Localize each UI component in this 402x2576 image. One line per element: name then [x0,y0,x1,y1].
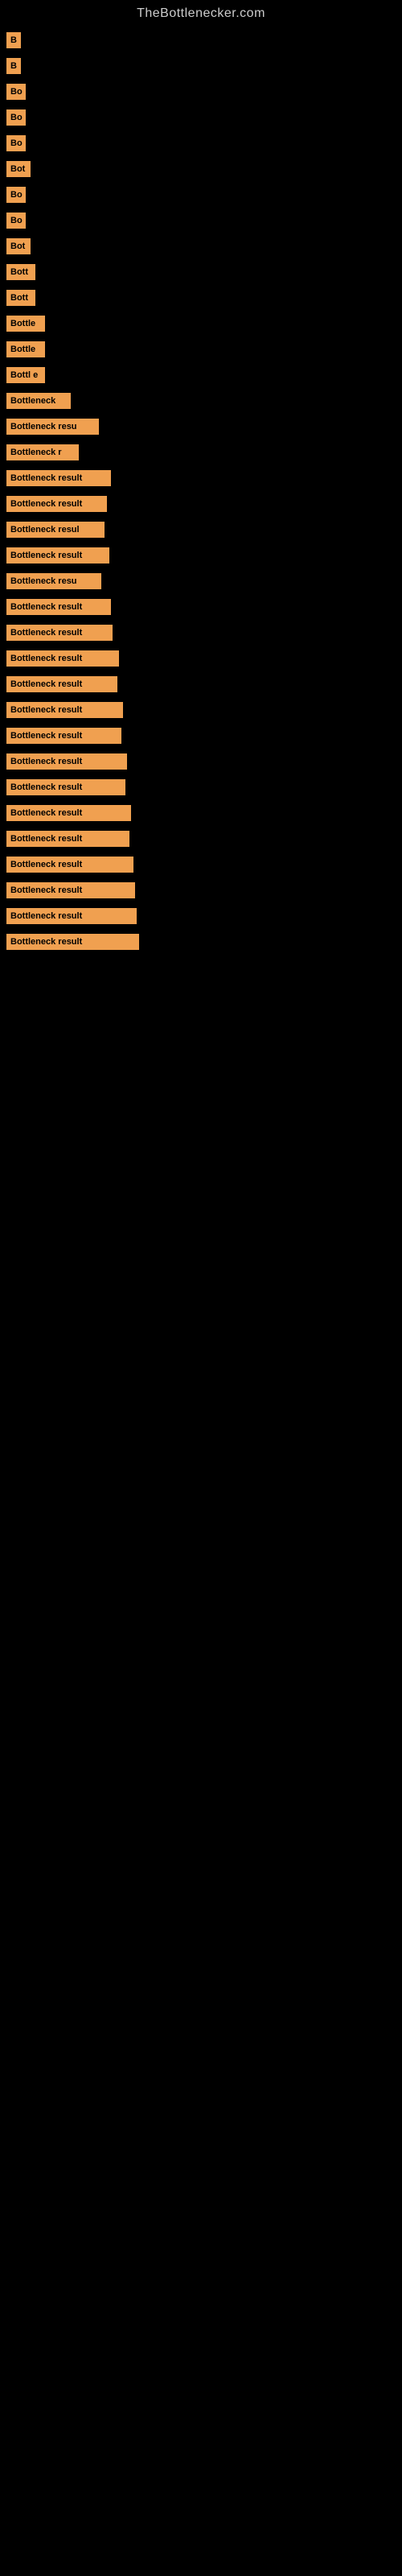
bar-label: Bo [6,84,26,100]
bar-label: Bottleneck result [6,779,125,795]
bar-label: Bottleneck result [6,547,109,564]
bar-row: Bottleneck [0,388,402,414]
bar-row: Bottle [0,336,402,362]
bar-row: Bottleneck resul [0,517,402,543]
bar-row: B [0,27,402,53]
bar-label: Bottleneck result [6,702,123,718]
bar-label: Bo [6,213,26,229]
bar-label: Bottleneck result [6,831,129,847]
bar-row: Bottleneck result [0,543,402,568]
bar-row: Bot [0,233,402,259]
bar-label: B [6,32,21,48]
bar-row: Bottleneck result [0,465,402,491]
bar-row: Bottleneck result [0,620,402,646]
bar-label: Bottleneck result [6,676,117,692]
bar-row: Bo [0,130,402,156]
bar-row: Bottleneck result [0,594,402,620]
bar-row: Bottleneck resu [0,414,402,440]
bar-row: Bottleneck result [0,774,402,800]
bar-label: Bot [6,161,31,177]
bar-row: Bottleneck result [0,749,402,774]
bar-label: Bottleneck resul [6,522,105,538]
bar-label: Bott [6,290,35,306]
bar-label: Bottle [6,316,45,332]
bar-label: Bottleneck [6,393,71,409]
bar-row: Bottle [0,311,402,336]
bar-label: Bot [6,238,31,254]
bar-row: Bottleneck result [0,646,402,671]
bar-row: Bottl e [0,362,402,388]
bar-row: Bottleneck result [0,723,402,749]
bar-label: Bottleneck result [6,882,135,898]
bar-label: Bottleneck result [6,857,133,873]
bar-row: Bottleneck r [0,440,402,465]
bar-label: Bottleneck r [6,444,79,460]
bar-label: Bott [6,264,35,280]
bar-label: Bo [6,187,26,203]
bar-row: Bottleneck result [0,903,402,929]
bar-label: Bottl e [6,367,45,383]
site-title: TheBottlenecker.com [0,0,402,27]
bar-row: Bo [0,105,402,130]
bar-label: Bottleneck result [6,934,139,950]
bar-label: Bottleneck result [6,599,111,615]
bar-row: Bottleneck resu [0,568,402,594]
bar-row: Bottleneck result [0,671,402,697]
bar-label: Bottleneck result [6,496,107,512]
bar-label: Bottleneck resu [6,573,101,589]
bar-row: B [0,53,402,79]
bar-label: Bottleneck result [6,908,137,924]
bar-label: Bottleneck resu [6,419,99,435]
bar-row: Bott [0,259,402,285]
bar-row: Bottleneck result [0,929,402,955]
bar-label: Bottleneck result [6,625,113,641]
bar-row: Bo [0,79,402,105]
bar-row: Bottleneck result [0,697,402,723]
bar-label: B [6,58,21,74]
bar-label: Bottleneck result [6,728,121,744]
bar-label: Bottleneck result [6,753,127,770]
bar-row: Bo [0,182,402,208]
bar-label: Bo [6,109,26,126]
bar-row: Bottleneck result [0,852,402,877]
bar-label: Bottleneck result [6,805,131,821]
bars-container: BB Bo Bo Bo Bot Bo Bo Bot Bott Bott Bottle Bottle Bo… [0,27,402,955]
bar-row: Bottleneck result [0,491,402,517]
bar-label: Bo [6,135,26,151]
bar-row: Bottleneck result [0,826,402,852]
bar-row: Bot [0,156,402,182]
bar-label: Bottleneck result [6,470,111,486]
bar-row: Bo [0,208,402,233]
bar-row: Bottleneck result [0,800,402,826]
bar-row: Bott [0,285,402,311]
bar-label: Bottle [6,341,45,357]
bar-row: Bottleneck result [0,877,402,903]
bar-label: Bottleneck result [6,650,119,667]
